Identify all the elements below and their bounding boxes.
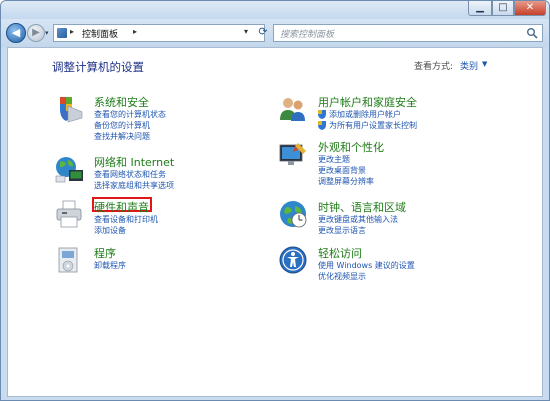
clock-globe-icon[interactable] — [278, 199, 308, 229]
breadcrumb-separator-icon[interactable]: ▸ — [133, 27, 137, 36]
category-title-appearance[interactable]: 外观和个性化 — [318, 139, 384, 155]
refresh-button[interactable]: ⟳ — [256, 24, 270, 40]
forward-button[interactable]: ▶ — [27, 24, 45, 42]
category-title-hardware-sound[interactable]: 硬件和声音 — [94, 199, 149, 215]
link-screen-resolution[interactable]: 调整屏幕分辨率 — [318, 176, 374, 187]
breadcrumb-separator-icon[interactable]: ▸ — [70, 27, 74, 36]
users-icon[interactable] — [278, 94, 308, 124]
view-by-label: 查看方式: — [414, 62, 454, 72]
link-add-device[interactable]: 添加设备 — [94, 225, 126, 236]
uac-shield-icon — [318, 110, 326, 119]
maximize-button[interactable]: □ — [492, 1, 514, 16]
category-title-user-accounts[interactable]: 用户帐户和家庭安全 — [318, 94, 417, 110]
control-panel-icon — [57, 28, 67, 38]
content-pane: 调整计算机的设置 查看方式: 类别 ▼ 系统和安全 查看您的计算机状态 备份您的… — [7, 47, 543, 397]
category-title-programs[interactable]: 程序 — [94, 245, 116, 261]
link-recommended-settings[interactable]: 使用 Windows 建议的设置 — [318, 260, 415, 271]
link-change-theme[interactable]: 更改主题 — [318, 154, 350, 165]
address-bar[interactable]: ▸ 控制面板 ▸ ▾ — [53, 24, 265, 42]
link-homegroup-sharing[interactable]: 选择家庭组和共享选项 — [94, 180, 174, 191]
link-view-computer-status[interactable]: 查看您的计算机状态 — [94, 109, 166, 120]
page-title: 调整计算机的设置 — [52, 60, 144, 74]
link-uninstall-program[interactable]: 卸载程序 — [94, 260, 126, 271]
category-title-system-security[interactable]: 系统和安全 — [94, 94, 149, 110]
breadcrumb-control-panel[interactable]: 控制面板 — [82, 27, 118, 40]
category-title-clock-region[interactable]: 时钟、语言和区域 — [318, 199, 406, 215]
control-panel-window: ▁ □ ✕ ◀ ▶ ▾ ▸ 控制面板 ▸ ▾ ⟳ 搜索控制面板 调整计算机的设置… — [0, 0, 550, 401]
uac-shield-icon — [318, 121, 326, 130]
address-dropdown-icon[interactable]: ▾ — [244, 27, 248, 36]
back-button[interactable]: ◀ — [6, 23, 26, 43]
printer-icon[interactable] — [54, 199, 84, 229]
close-button[interactable]: ✕ — [514, 1, 546, 16]
search-input[interactable]: 搜索控制面板 — [280, 27, 334, 40]
link-add-remove-accounts[interactable]: 添加或删除用户帐户 — [329, 109, 401, 120]
minimize-button[interactable]: ▁ — [468, 1, 492, 16]
category-title-network-internet[interactable]: 网络和 Internet — [94, 154, 174, 170]
link-view-network-status[interactable]: 查看网络状态和任务 — [94, 169, 166, 180]
recent-pages-icon[interactable]: ▾ — [45, 29, 49, 37]
link-change-keyboard[interactable]: 更改键盘或其他输入法 — [318, 214, 398, 225]
link-devices-printers[interactable]: 查看设备和打印机 — [94, 214, 158, 225]
search-icon[interactable] — [526, 27, 538, 39]
link-optimize-display[interactable]: 优化视频显示 — [318, 271, 366, 282]
shield-flag-icon[interactable] — [54, 94, 84, 124]
globe-network-icon[interactable] — [54, 154, 84, 184]
dropdown-arrow-icon[interactable]: ▼ — [482, 60, 487, 68]
monitor-paint-icon[interactable] — [278, 139, 308, 169]
title-bar: ▁ □ ✕ — [1, 1, 549, 19]
link-parental-controls[interactable]: 为所有用户设置家长控制 — [329, 120, 417, 131]
link-change-display-language[interactable]: 更改显示语言 — [318, 225, 366, 236]
link-backup-computer[interactable]: 备份您的计算机 — [94, 120, 150, 131]
program-box-icon[interactable] — [54, 245, 84, 275]
ease-of-access-icon[interactable] — [278, 245, 308, 275]
category-title-ease-of-access[interactable]: 轻松访问 — [318, 245, 362, 261]
link-troubleshoot[interactable]: 查找并解决问题 — [94, 131, 150, 142]
view-mode-dropdown[interactable]: 类别 — [460, 59, 478, 72]
link-desktop-background[interactable]: 更改桌面背景 — [318, 165, 366, 176]
navigation-bar: ◀ ▶ ▾ ▸ 控制面板 ▸ ▾ ⟳ 搜索控制面板 — [1, 19, 549, 47]
search-box[interactable]: 搜索控制面板 — [273, 24, 543, 42]
